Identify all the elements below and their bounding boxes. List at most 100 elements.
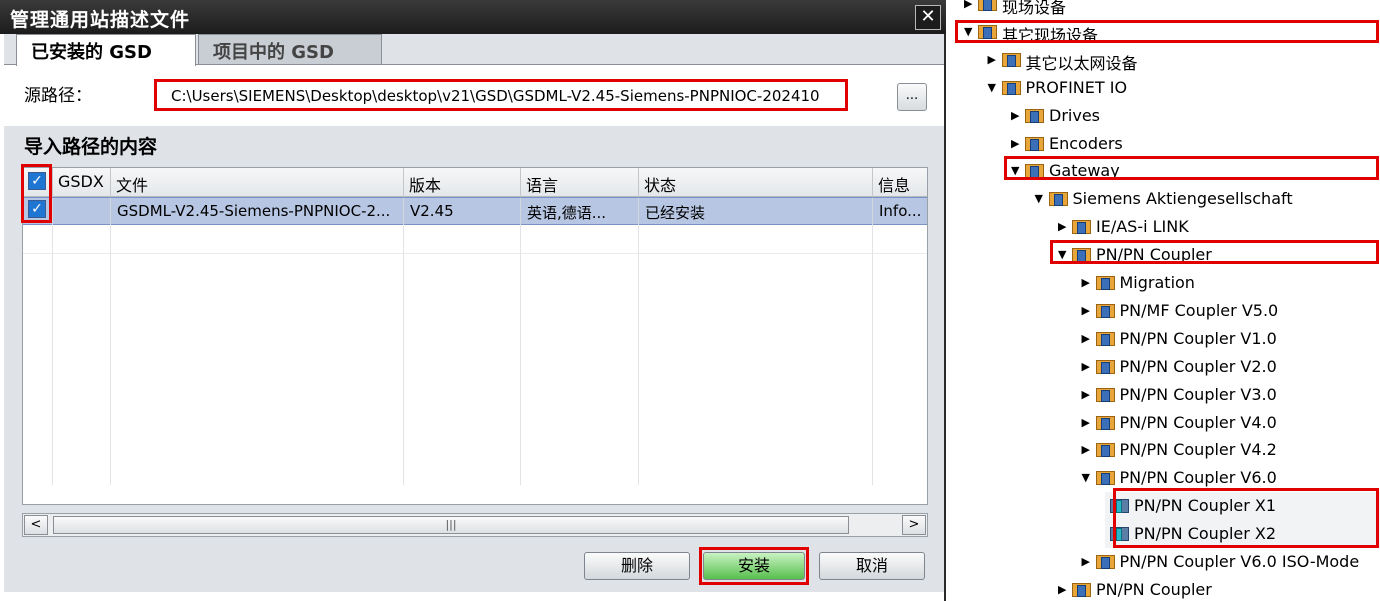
tree-highlight-gateway [1004, 156, 1379, 180]
folder-icon [1072, 219, 1091, 235]
tree-node-label: IE/AS-i LINK [1096, 217, 1189, 237]
collapsed-arrow-icon[interactable]: ▶ [988, 53, 1000, 67]
tree-node-label: PN/PN Coupler V6.0 ISO-Mode [1119, 552, 1360, 571]
collapsed-arrow-icon[interactable]: ▶ [1011, 137, 1023, 151]
tree-node[interactable]: ▶ PN/PN Coupler V3.0 [1082, 381, 1380, 409]
folder-icon [1001, 80, 1021, 95]
column-header-info[interactable]: 信息 [873, 168, 927, 197]
folder-icon [1095, 470, 1115, 486]
tree-node[interactable]: ▶ PN/PN Coupler V4.2 [1082, 436, 1380, 464]
folder-icon [978, 0, 997, 11]
column-header-language[interactable]: 语言 [521, 168, 639, 197]
checkbox-highlight [21, 164, 52, 223]
browse-button[interactable]: ... [897, 83, 927, 111]
cell-language: 英语,德语... [521, 198, 639, 226]
collapsed-arrow-icon[interactable]: ▶ [1058, 583, 1070, 597]
cancel-button[interactable]: 取消 [819, 552, 925, 580]
scroll-right-arrow[interactable]: > [902, 515, 926, 535]
tree-node-label: Siemens Aktiengesellschaft [1072, 189, 1293, 209]
tab-installed-gsd[interactable]: 已安装的 GSD [16, 34, 196, 66]
tree-node-label: PN/PN Coupler V6.0 [1119, 468, 1277, 488]
delete-button[interactable]: 删除 [584, 552, 690, 580]
folder-icon [1095, 303, 1115, 318]
column-divider [403, 225, 404, 485]
tree-node-label: 现场设备 [1002, 0, 1067, 17]
expanded-arrow-icon[interactable]: ▼ [988, 81, 1000, 95]
folder-icon [1095, 415, 1115, 430]
source-path-input[interactable]: C:\Users\SIEMENS\Desktop\desktop\v21\GSD… [154, 79, 848, 111]
tree-node[interactable]: ▼ PROFINET IO [988, 74, 1380, 102]
table-row[interactable]: ✓ GSDML-V2.45-Siemens-PNPNIOC-2... V2.45… [23, 197, 927, 226]
tree-node[interactable]: ▼ Siemens Aktiengesellschaft [1035, 185, 1380, 213]
horizontal-scrollbar[interactable]: < ||| > [22, 513, 928, 537]
scroll-thumb[interactable]: ||| [53, 516, 849, 534]
column-header-file[interactable]: 文件 [111, 168, 404, 197]
tree-node-label: PN/PN Coupler V4.0 [1119, 412, 1277, 432]
tree-node-label: Migration [1119, 273, 1195, 292]
tree-node[interactable]: ▶ 其它以太网设备 [988, 46, 1380, 74]
collapsed-arrow-icon[interactable]: ▶ [964, 0, 976, 11]
scroll-left-arrow[interactable]: < [24, 515, 48, 535]
tree-node[interactable]: ▶ IE/AS-i LINK [1058, 213, 1380, 241]
collapsed-arrow-icon[interactable]: ▶ [1082, 276, 1094, 290]
source-path-panel: 源路径： C:\Users\SIEMENS\Desktop\desktop\v2… [4, 64, 944, 126]
collapsed-arrow-icon[interactable]: ▶ [1082, 332, 1094, 346]
tree-node-label: PN/PN Coupler V4.2 [1119, 440, 1277, 460]
collapsed-arrow-icon[interactable]: ▶ [1082, 304, 1094, 318]
column-header-version[interactable]: 版本 [404, 168, 521, 197]
tree-node-label: PN/PN Coupler V2.0 [1119, 356, 1277, 376]
tree-node[interactable]: ▶ PN/PN Coupler V1.0 [1082, 325, 1380, 353]
folder-icon [1095, 275, 1115, 290]
hardware-catalog-tree: ▶ 现场设备 ▼ 其它现场设备 ▶ 其它以太网设备 ▼ PROFINET IO ▶ Drives ▶… [950, 0, 1380, 601]
collapsed-arrow-icon[interactable]: ▶ [1082, 416, 1094, 430]
tree-node[interactable]: ▶ Drives [1011, 102, 1380, 130]
table-header: ✓ GSDX 文件 版本 语言 状态 信息 [23, 168, 927, 197]
tree-node[interactable]: ▶ 现场设备 [964, 0, 1380, 18]
install-highlight [699, 547, 809, 585]
folder-icon [1025, 136, 1044, 151]
cell-gsdx [53, 198, 111, 226]
collapsed-arrow-icon[interactable]: ▶ [1082, 388, 1094, 402]
column-header-status[interactable]: 状态 [639, 168, 873, 197]
column-divider [872, 225, 873, 485]
tree-node[interactable]: ▶ PN/PN Coupler V6.0 ISO-Mode [1082, 548, 1380, 576]
expanded-arrow-icon[interactable]: ▼ [1035, 192, 1047, 206]
column-divider [520, 225, 521, 485]
tree-node[interactable]: ▶ PN/PN Coupler [1058, 576, 1380, 601]
tree-node-label: PN/PN Coupler V1.0 [1119, 328, 1277, 348]
folder-icon [1095, 331, 1115, 346]
empty-row-divider [23, 253, 927, 254]
close-button[interactable]: ✕ [915, 5, 941, 30]
tree-node-label: PN/PN Coupler [1096, 579, 1212, 599]
collapsed-arrow-icon[interactable]: ▶ [1082, 360, 1094, 374]
tree-node-label: PROFINET IO [1025, 77, 1128, 97]
dialog-title: 管理通用站描述文件 [10, 9, 191, 31]
collapsed-arrow-icon[interactable]: ▶ [1082, 555, 1094, 569]
tree-node-label: PN/MF Coupler V5.0 [1119, 300, 1279, 320]
source-path-label: 源路径： [24, 86, 92, 106]
folder-icon [1025, 108, 1044, 123]
dialog-titlebar[interactable]: 管理通用站描述文件 ✕ [0, 0, 946, 34]
cell-file: GSDML-V2.45-Siemens-PNPNIOC-2... [111, 198, 404, 226]
folder-icon [1095, 387, 1115, 402]
close-icon: ✕ [920, 6, 936, 27]
tree-node[interactable]: ▶ Encoders [1011, 130, 1380, 158]
collapsed-arrow-icon[interactable]: ▶ [1058, 220, 1070, 234]
tree-node-label: Drives [1049, 105, 1100, 125]
tree-highlight-pn-pn-coupler [1050, 240, 1379, 264]
cell-info[interactable]: Info... [873, 198, 927, 226]
collapsed-arrow-icon[interactable]: ▶ [1082, 443, 1094, 457]
dialog-footer: 删除 安装 取消 [4, 547, 944, 592]
gsd-table: ✓ GSDX 文件 版本 语言 状态 信息 ✓ GSDML-V2.45-Siem… [22, 167, 928, 505]
tree-node[interactable]: ▶ PN/MF Coupler V5.0 [1082, 297, 1380, 325]
tree-node[interactable]: ▶ PN/PN Coupler V2.0 [1082, 353, 1380, 381]
column-header-gsdx[interactable]: GSDX [53, 168, 111, 197]
tab-project-gsd[interactable]: 项目中的 GSD [198, 34, 382, 64]
expanded-arrow-icon[interactable]: ▼ [1082, 471, 1094, 485]
dialog-body: 已安装的 GSD 项目中的 GSD 源路径： C:\Users\SIEMENS\… [4, 34, 944, 592]
gsd-manager-dialog: 管理通用站描述文件 ✕ 已安装的 GSD 项目中的 GSD 源路径： C:\Us… [0, 0, 946, 601]
tree-node[interactable]: ▶ PN/PN Coupler V4.0 [1082, 409, 1380, 437]
cell-status: 已经安装 [639, 198, 873, 226]
tree-node[interactable]: ▶ Migration [1082, 269, 1380, 297]
collapsed-arrow-icon[interactable]: ▶ [1011, 109, 1023, 123]
